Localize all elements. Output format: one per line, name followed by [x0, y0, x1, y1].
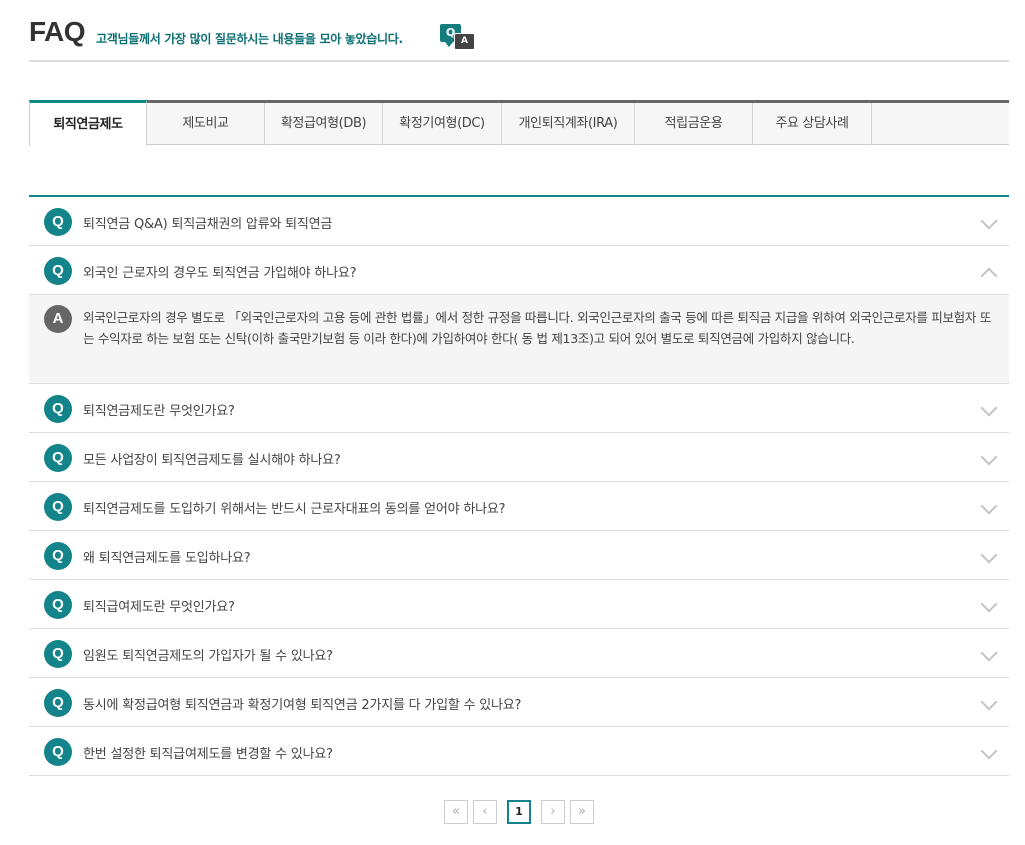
tab-consultation-cases[interactable]: 주요 상담사례: [753, 103, 872, 145]
faq-item[interactable]: Q 퇴직연금제도를 도입하기 위해서는 반드시 근로자대표의 동의를 얻어야 하…: [29, 482, 1009, 531]
faq-item[interactable]: Q 임원도 퇴직연금제도의 가입자가 될 수 있나요?: [29, 629, 1009, 678]
chevron-down-icon[interactable]: [980, 742, 998, 760]
faq-item[interactable]: Q 퇴직연금 Q&A) 퇴직금채권의 압류와 퇴직연금: [29, 197, 1009, 246]
chevron-up-icon[interactable]: [980, 267, 998, 285]
chevron-down-icon[interactable]: [980, 399, 998, 417]
page-header: FAQ 고객님들께서 가장 많이 질문하시는 내용들을 모아 놓았습니다. Q …: [29, 14, 1009, 62]
question-text: 외국인 근로자의 경우도 퇴직연금 가입해야 하나요?: [83, 266, 357, 281]
question-badge: Q: [44, 208, 72, 236]
faq-item[interactable]: Q 모든 사업장이 퇴직연금제도를 실시해야 하나요?: [29, 433, 1009, 482]
question-text: 임원도 퇴직연금제도의 가입자가 될 수 있나요?: [83, 649, 333, 664]
question-text: 모든 사업장이 퇴직연금제도를 실시해야 하나요?: [83, 453, 341, 468]
page-title: FAQ: [29, 16, 86, 47]
question-text: 왜 퇴직연금제도를 도입하나요?: [83, 551, 251, 566]
faq-item-expanded[interactable]: Q 외국인 근로자의 경우도 퇴직연금 가입해야 하나요?: [29, 246, 1009, 295]
question-text: 퇴직연금 Q&A) 퇴직금채권의 압류와 퇴직연금: [83, 217, 333, 232]
question-badge: Q: [44, 738, 72, 766]
faq-answer: A 외국인근로자의 경우 별도로 「외국인근로자의 고용 등에 관한 법률」에서…: [29, 295, 1009, 384]
tab-ira[interactable]: 개인퇴직계좌(IRA): [502, 103, 635, 145]
question-badge: Q: [44, 591, 72, 619]
page-1-button[interactable]: 1: [507, 800, 531, 824]
prev-page-button[interactable]: ‹: [473, 800, 497, 824]
question-badge: Q: [44, 542, 72, 570]
faq-item[interactable]: Q 왜 퇴직연금제도를 도입하나요?: [29, 531, 1009, 580]
faq-list: Q 퇴직연금 Q&A) 퇴직금채권의 압류와 퇴직연금 Q 외국인 근로자의 경…: [29, 195, 1009, 776]
next-page-button[interactable]: ›: [541, 800, 565, 824]
qa-icon: Q A: [440, 24, 476, 50]
answer-badge: A: [44, 305, 72, 333]
tab-defined-benefit[interactable]: 확정급여형(DB): [265, 103, 383, 145]
faq-item[interactable]: Q 퇴직급여제도란 무엇인가요?: [29, 580, 1009, 629]
question-badge: Q: [44, 444, 72, 472]
faq-item[interactable]: Q 한번 설정한 퇴직급여제도를 변경할 수 있나요?: [29, 727, 1009, 776]
chevron-down-icon[interactable]: [980, 595, 998, 613]
chevron-down-icon[interactable]: [980, 644, 998, 662]
tab-system-comparison[interactable]: 제도비교: [147, 103, 265, 145]
tab-retirement-pension-system[interactable]: 퇴직연금제도: [29, 100, 147, 146]
question-badge: Q: [44, 493, 72, 521]
question-badge: Q: [44, 395, 72, 423]
faq-item[interactable]: Q 동시에 확정급여형 퇴직연금과 확정기여형 퇴직연금 2가지를 다 가입할 …: [29, 678, 1009, 727]
question-text: 퇴직연금제도란 무엇인가요?: [83, 404, 235, 419]
chevron-down-icon[interactable]: [980, 497, 998, 515]
category-tabs: 퇴직연금제도 제도비교 확정급여형(DB) 확정기여형(DC) 개인퇴직계좌(I…: [29, 100, 1009, 146]
question-badge: Q: [44, 689, 72, 717]
question-badge: Q: [44, 257, 72, 285]
chevron-down-icon[interactable]: [980, 448, 998, 466]
chevron-down-icon[interactable]: [980, 546, 998, 564]
chevron-down-icon[interactable]: [980, 693, 998, 711]
tab-fund-management[interactable]: 적립금운용: [635, 103, 753, 145]
question-text: 동시에 확정급여형 퇴직연금과 확정기여형 퇴직연금 2가지를 다 가입할 수 …: [83, 698, 522, 713]
tab-filler: [872, 103, 1009, 145]
qa-icon-a: A: [454, 33, 475, 50]
page-subtitle: 고객님들께서 가장 많이 질문하시는 내용들을 모아 놓았습니다.: [96, 32, 403, 46]
tab-defined-contribution[interactable]: 확정기여형(DC): [383, 103, 502, 145]
question-text: 한번 설정한 퇴직급여제도를 변경할 수 있나요?: [83, 747, 333, 762]
question-text: 퇴직연금제도를 도입하기 위해서는 반드시 근로자대표의 동의를 얻어야 하나요…: [83, 502, 506, 517]
faq-item[interactable]: Q 퇴직연금제도란 무엇인가요?: [29, 384, 1009, 433]
first-page-button[interactable]: «: [444, 800, 468, 824]
question-text: 퇴직급여제도란 무엇인가요?: [83, 600, 235, 615]
answer-text: 외국인근로자의 경우 별도로 「외국인근로자의 고용 등에 관한 법률」에서 정…: [83, 310, 991, 346]
last-page-button[interactable]: »: [570, 800, 594, 824]
question-badge: Q: [44, 640, 72, 668]
chevron-down-icon[interactable]: [980, 212, 998, 230]
